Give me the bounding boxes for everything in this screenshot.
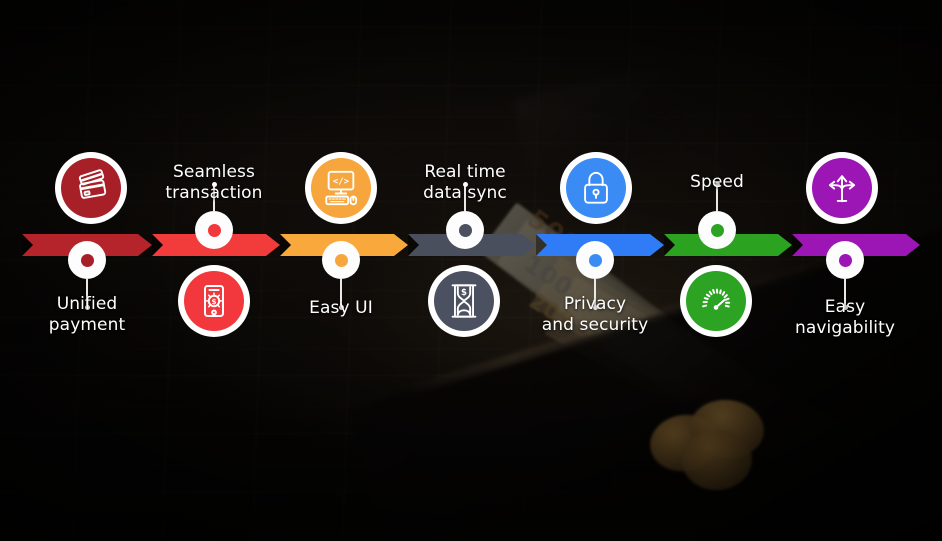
connector-node-dot — [826, 241, 864, 279]
node-label-privacy-and-security: Privacy and security — [541, 294, 649, 335]
connector-node-dot — [195, 211, 233, 249]
node-label-real-time-data-sync: Real time data sync — [423, 162, 507, 203]
three-way-arrows-icon — [812, 158, 872, 218]
node-label-speed: Speed — [690, 172, 744, 192]
node-label-unified-payment: Unified payment — [48, 294, 126, 335]
infographic-canvas: 500 100 200 Unified payment — [0, 0, 942, 541]
connector-node-dot — [322, 241, 360, 279]
node-label-easy-navigability: Easy navigability — [794, 297, 896, 338]
connector-node-dot — [698, 211, 736, 249]
connector-node-dot — [68, 241, 106, 279]
svg-text:</>: </> — [333, 177, 350, 187]
connector-node-dot — [576, 241, 614, 279]
node-label-easy-ui: Easy UI — [309, 298, 373, 318]
svg-text:$: $ — [211, 297, 216, 306]
node-label-seamless-transaction: Seamless transaction — [165, 162, 263, 203]
svg-text:$: $ — [461, 288, 467, 298]
node-icon-easy-navigability[interactable] — [806, 152, 878, 224]
connector-node-dot — [446, 211, 484, 249]
